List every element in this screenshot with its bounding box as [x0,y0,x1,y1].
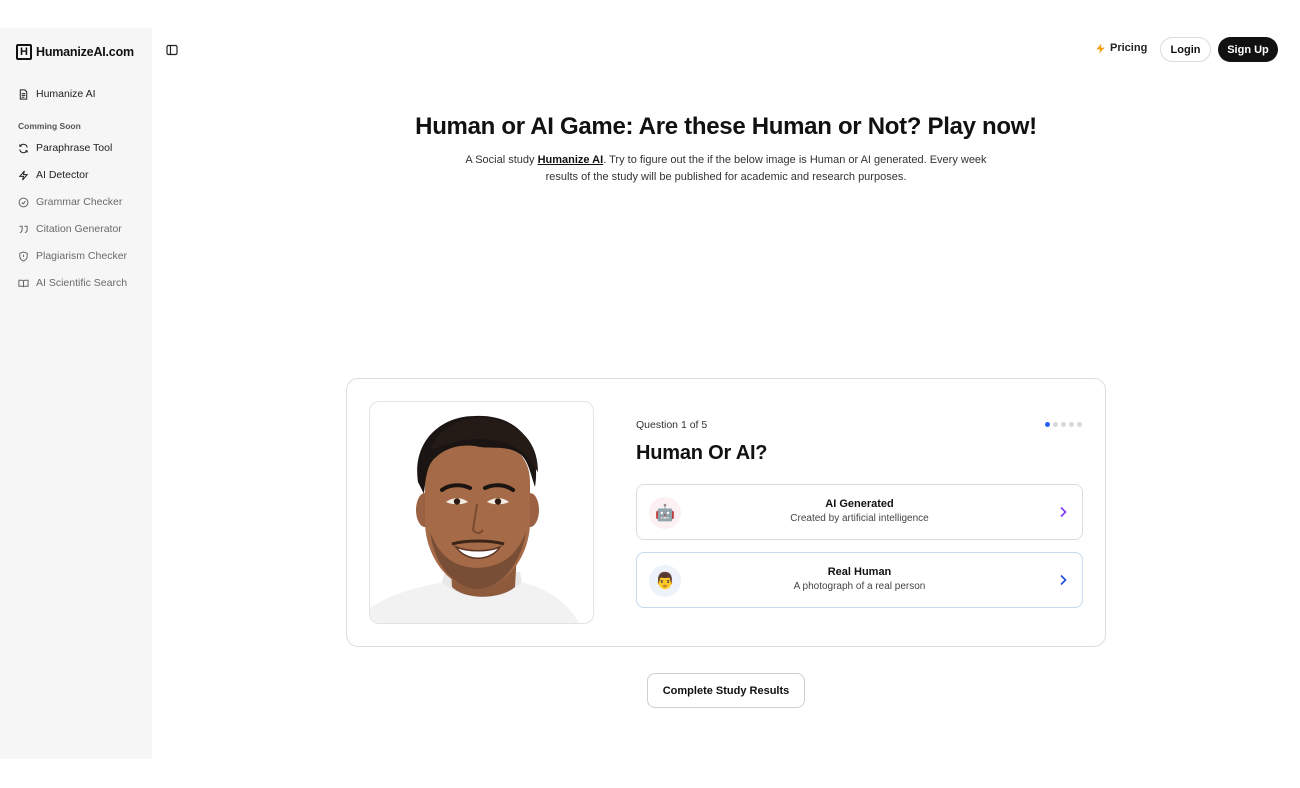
progress-dot [1053,422,1058,427]
option-title: Real Human [827,566,892,578]
sidebar-item-label: Plagiarism Checker [36,250,128,262]
sidebar-item-grammar-checker[interactable]: Grammar Checker [18,196,148,208]
page-title: Human or AI Game: Are these Human or Not… [415,113,1037,140]
chevron-right-icon [1060,574,1067,586]
document-icon [19,88,28,100]
page-description: A Social study Humanize AI. Try to figur… [462,152,990,186]
sidebar-item-citation-generator[interactable]: Citation Generator [18,223,148,235]
sidebar-toggle-icon [166,44,178,56]
login-button[interactable]: Login [1160,37,1211,62]
option-ai-generated[interactable]: 🤖 AI Generated Created by artificial int… [636,484,1083,540]
robot-icon: 🤖 [649,497,681,529]
brand[interactable]: H HumanizeAI.com [16,44,134,60]
person-icon: 👨 [649,565,681,597]
pricing-link[interactable]: Pricing [1095,42,1147,54]
humanize-ai-link[interactable]: Humanize AI [538,154,604,166]
option-text: Real Human A photograph of a real person [697,566,1022,592]
sidebar-item-label: Grammar Checker [36,196,123,208]
brand-name: HumanizeAI.com [36,45,134,59]
sidebar-item-label: AI Scientific Search [36,277,128,289]
sidebar-item-ai-detector[interactable]: AI Detector [18,169,148,181]
book-icon [18,279,29,287]
check-circle-icon [18,197,29,207]
progress-dot [1061,422,1066,427]
option-text: AI Generated Created by artificial intel… [697,498,1022,524]
sidebar-item-paraphrase-tool[interactable]: Paraphrase Tool [18,142,148,154]
chevron-right-icon [1060,506,1067,518]
quiz-card: Question 1 of 5 Human Or AI? 🤖 AI Genera… [346,378,1106,647]
sidebar-item-label: AI Detector [36,169,89,181]
progress-dots [1045,422,1082,427]
bolt-icon [1096,42,1105,54]
option-real-human[interactable]: 👨 Real Human A photograph of a real pers… [636,552,1083,608]
progress-dot [1077,422,1082,427]
desc-suffix: . Try to figure out the if the below ima… [545,154,987,183]
question-counter: Question 1 of 5 [636,419,708,431]
sidebar-item-ai-scientific-search[interactable]: AI Scientific Search [18,277,148,289]
sidebar-item-label: Paraphrase Tool [36,142,113,154]
option-subtitle: Created by artificial intelligence [790,513,929,524]
shield-icon [19,250,28,262]
portrait-illustration [370,415,579,623]
quote-icon [19,225,28,233]
progress-dot [1069,422,1074,427]
desc-prefix: A Social study [465,154,538,166]
brand-logo: H [16,44,32,60]
option-title: AI Generated [825,498,894,510]
sidebar: H HumanizeAI.com Humanize AI Comming Soo… [0,28,152,759]
section-label-coming-soon: Comming Soon [18,121,81,131]
sidebar-item-label: Citation Generator [36,223,122,235]
bolt-icon [18,170,29,180]
sidebar-item-humanize-ai[interactable]: Humanize AI [18,88,148,100]
sidebar-item-plagiarism-checker[interactable]: Plagiarism Checker [18,250,148,262]
signup-button[interactable]: Sign Up [1218,37,1278,62]
portrait-image [369,401,594,624]
sidebar-item-label: Humanize AI [36,88,96,100]
refresh-icon [19,143,28,153]
progress-dot [1045,422,1050,427]
pricing-label: Pricing [1110,42,1148,54]
complete-study-results-button[interactable]: Complete Study Results [647,673,805,708]
option-subtitle: A photograph of a real person [793,581,926,592]
question-title: Human Or AI? [636,442,768,464]
sidebar-toggle-button[interactable] [165,43,179,57]
